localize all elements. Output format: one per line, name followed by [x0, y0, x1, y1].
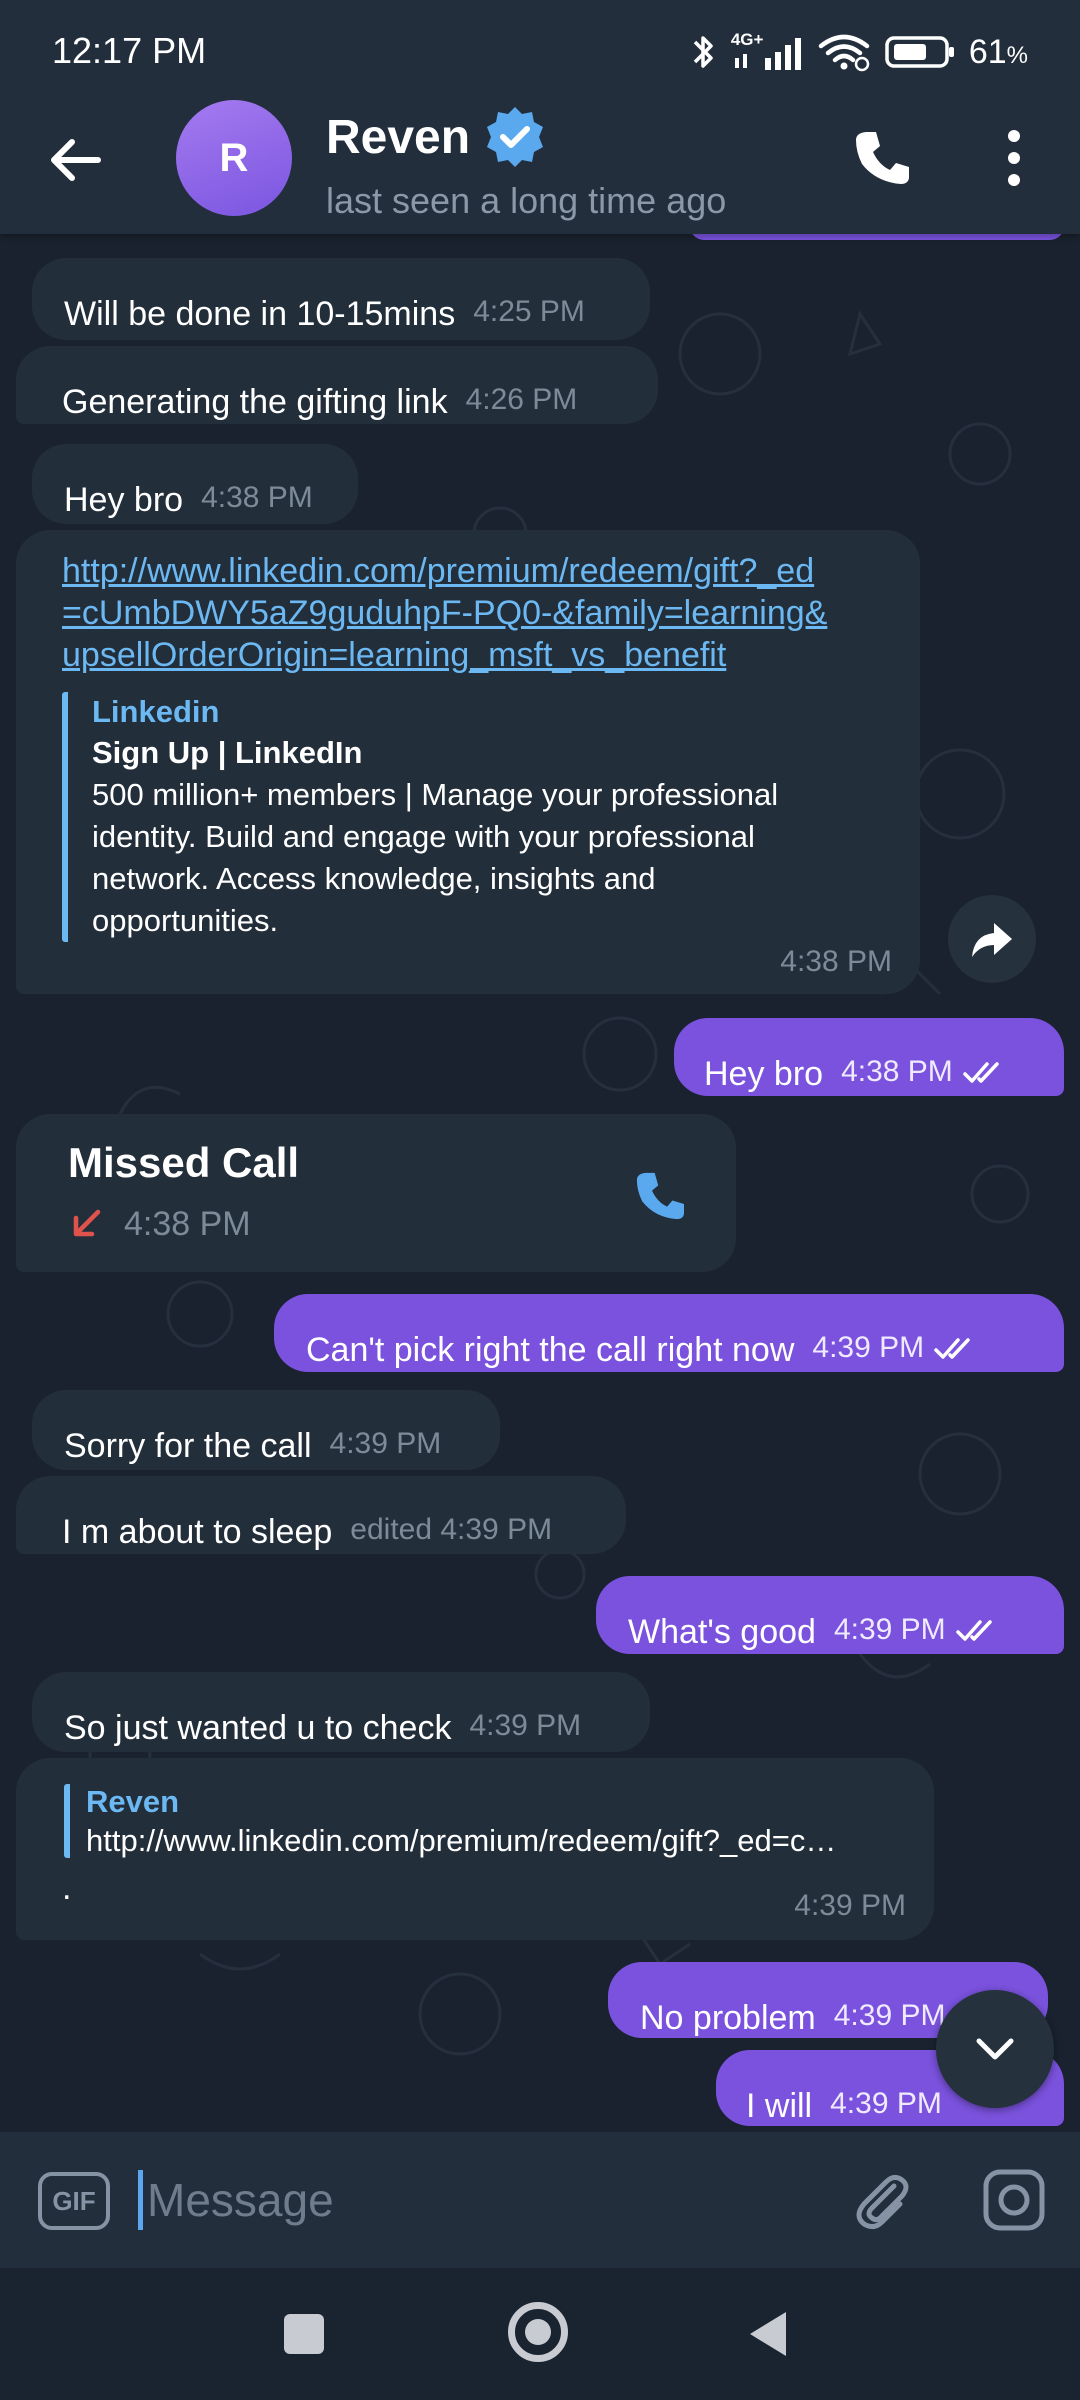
missed-call-title: Missed Call	[68, 1139, 300, 1186]
message-text: Will be done in 10-15mins	[64, 295, 456, 333]
link-preview-title: Sign Up | LinkedIn	[92, 735, 363, 770]
avatar[interactable]: R	[176, 100, 292, 216]
chat-header: R Reven last seen a long time ago	[0, 100, 1080, 234]
double-check-icon	[955, 1620, 992, 1641]
message-input[interactable]: Message	[138, 2162, 818, 2238]
status-icons: 4G+ 61%	[691, 28, 1028, 76]
message-time: 4:26 PM	[465, 383, 578, 416]
reply-author: Reven	[86, 1784, 180, 1819]
message-text: Can't pick right the call right now	[306, 1331, 795, 1369]
camera-button[interactable]	[982, 2168, 1046, 2232]
message-time: edited 4:39 PM	[350, 1513, 553, 1546]
battery-icon	[885, 36, 954, 68]
message-text: So just wanted u to check	[64, 1709, 452, 1747]
link-preview-site: Linkedin	[92, 694, 220, 729]
message-placeholder: Message	[147, 2174, 334, 2226]
more-menu-button[interactable]	[990, 122, 1038, 194]
message-link[interactable]: http://www.linkedin.com/premium/redeem/g…	[62, 550, 892, 676]
missed-call-bubble[interactable]: Missed Call 4:38 PM	[16, 1114, 736, 1272]
cellular-signal-icon: 4G+	[731, 30, 803, 72]
message-bubble-outgoing[interactable]: What's good 4:39 PM	[596, 1576, 1064, 1654]
message-text: Hey bro	[64, 481, 184, 519]
attach-button[interactable]	[850, 2168, 914, 2232]
status-time: 12:17 PM	[52, 30, 207, 71]
message-bubble-incoming[interactable]: Will be done in 10-15mins 4:25 PM	[32, 258, 650, 340]
top-bar: 12:17 PM 4G+ 61% R Reven last seen a lon…	[0, 0, 1080, 234]
reply-quote[interactable]: Reven http://www.linkedin.com/premium/re…	[64, 1784, 914, 1858]
call-back-button[interactable]	[628, 1164, 692, 1228]
status-bar: 12:17 PM 4G+ 61%	[0, 0, 1080, 100]
message-bubble-outgoing[interactable]: Hey bro 4:38 PM	[674, 1018, 1064, 1096]
back-triangle-icon[interactable]	[746, 2308, 790, 2360]
system-navigation-bar	[0, 2268, 1080, 2400]
text-cursor	[138, 2170, 143, 2230]
message-time: 4:39 PM	[469, 1709, 582, 1742]
message-time: 4:39 PM	[834, 1608, 1000, 1654]
message-text: No problem	[640, 1999, 816, 2037]
message-time: 4:39 PM	[329, 1427, 442, 1460]
home-icon	[525, 2319, 551, 2345]
message-text: I m about to sleep	[62, 1513, 333, 1551]
message-composer: GIF Message	[0, 2132, 1080, 2268]
arrow-left-icon	[51, 139, 101, 181]
message-time: 4:25 PM	[473, 295, 585, 328]
double-check-icon	[963, 1062, 999, 1083]
last-seen-status: last seen a long time ago	[326, 180, 727, 221]
link-preview-card[interactable]: Linkedin Sign Up | LinkedIn 500 million+…	[62, 692, 892, 942]
message-time: 4:39 PM	[812, 1326, 978, 1372]
message-bubble-outgoing[interactable]: Can't pick right the call right now 4:39…	[274, 1294, 1064, 1372]
message-time: 4:38 PM	[124, 1205, 251, 1243]
battery-percent: 61%	[968, 32, 1028, 71]
message-time: 4:39 PM	[833, 1999, 946, 2032]
message-bubble-incoming[interactable]: So just wanted u to check 4:39 PM	[32, 1672, 650, 1752]
message-time: 4:38 PM	[841, 1050, 1007, 1096]
camera-icon	[983, 2169, 1045, 2231]
message-time: 4:39 PM	[794, 1889, 906, 1922]
phone-icon	[636, 1172, 684, 1220]
message-bubble-reply[interactable]: Reven http://www.linkedin.com/premium/re…	[16, 1758, 934, 1940]
more-vertical-icon	[1008, 130, 1020, 186]
share-icon	[972, 923, 1012, 957]
avatar-initial: R	[219, 135, 249, 180]
contact-name: Reven	[326, 110, 471, 164]
reply-text: http://www.linkedin.com/premium/redeem/g…	[86, 1823, 837, 1858]
message-time: 4:38 PM	[201, 481, 313, 514]
bluetooth-icon	[693, 36, 713, 68]
message-text: Hey bro	[704, 1055, 824, 1093]
message-bubble-incoming[interactable]: Hey bro 4:38 PM	[32, 444, 358, 524]
missed-call-arrow-icon	[73, 1209, 101, 1237]
message-bubble-link-preview[interactable]: http://www.linkedin.com/premium/redeem/g…	[16, 530, 920, 994]
message-text: I will	[746, 2087, 813, 2125]
message-text: Generating the gifting link	[62, 383, 448, 421]
phone-icon	[856, 132, 909, 184]
home-button[interactable]	[508, 2302, 568, 2362]
chevron-down-icon	[976, 2038, 1014, 2060]
link-preview-description: 500 million+ members | Manage your profe…	[92, 777, 779, 938]
message-time: 4:39 PM	[830, 2087, 942, 2120]
share-button[interactable]	[948, 895, 1036, 983]
message-text: .	[62, 1869, 72, 1907]
wifi-icon	[818, 34, 870, 72]
message-bubble-incoming[interactable]: I m about to sleep edited 4:39 PM	[16, 1476, 626, 1554]
double-check-icon	[934, 1338, 970, 1359]
back-button[interactable]	[40, 124, 112, 196]
contact-info[interactable]: Reven last seen a long time ago	[326, 104, 726, 222]
gif-button[interactable]: GIF	[38, 2172, 110, 2230]
previous-outgoing-bubble-edge	[690, 234, 1064, 240]
chat-area[interactable]: Will be done in 10-15mins 4:25 PM Genera…	[0, 234, 1080, 2132]
message-bubble-incoming[interactable]: Sorry for the call 4:39 PM	[32, 1390, 500, 1470]
scroll-to-bottom-button[interactable]	[936, 1990, 1054, 2108]
message-text: Sorry for the call	[64, 1427, 312, 1465]
message-time: 4:38 PM	[780, 945, 892, 978]
paperclip-icon	[856, 2174, 909, 2230]
recent-apps-button[interactable]	[284, 2314, 324, 2354]
message-text: What's good	[628, 1613, 816, 1651]
voice-call-button[interactable]	[846, 122, 918, 194]
verified-badge-icon	[487, 107, 544, 167]
message-bubble-incoming[interactable]: Generating the gifting link 4:26 PM	[16, 346, 658, 424]
